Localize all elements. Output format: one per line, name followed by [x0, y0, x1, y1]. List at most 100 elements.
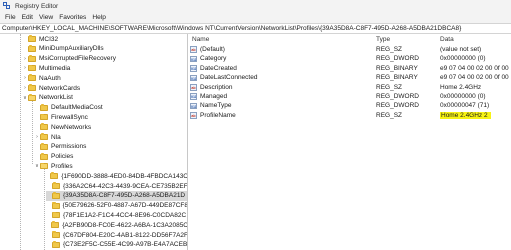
- menu-edit[interactable]: Edit: [19, 14, 36, 21]
- tree-guide-line: [32, 100, 33, 164]
- tree-item[interactable]: {336A2C64-42C3-4439-9CEA-CE735B2EF: [46, 181, 188, 191]
- value-row[interactable]: 011 DateCreated REG_BINARY e9 07 04 00 02 0…: [189, 64, 511, 73]
- value-row[interactable]: ab (Default) REG_SZ (value not set): [189, 45, 511, 54]
- value-name: DateCreated: [200, 64, 237, 72]
- folder-icon: [40, 113, 48, 121]
- value-data: Home 2.4GHz 2: [440, 111, 491, 119]
- folder-icon: [51, 201, 60, 209]
- value-name: Managed: [200, 93, 228, 100]
- menu-bar: File Edit View Favorites Help: [0, 12, 511, 23]
- folder-icon: [28, 84, 36, 91]
- value-type: REG_SZ: [376, 111, 403, 119]
- value-data: Home 2.4GHz: [440, 83, 482, 91]
- values-pane[interactable]: Name Type Data ab (Default) REG_SZ (value n…: [189, 34, 511, 250]
- folder-icon: [28, 35, 36, 42]
- value-data: 0x00000000 (0): [440, 55, 486, 63]
- tree-item[interactable]: {78F1E1A2-F1C4-4CC4-8E96-C0CDA82C: [46, 210, 187, 220]
- string-value-icon: ab: [190, 112, 197, 119]
- tree-item[interactable]: › Nla: [34, 132, 187, 142]
- folder-icon: [28, 64, 36, 72]
- tree-item[interactable]: {50E79626-52F0-4887-A67D-449DE87CF8: [46, 201, 188, 211]
- value-row[interactable]: 011 NameType REG_DWORD 0x00000047 (71): [189, 101, 511, 110]
- address-path[interactable]: Computer\HKEY_LOCAL_MACHINE\SOFTWARE\Mic…: [2, 25, 461, 32]
- tree-item[interactable]: {C67DF804-E20C-4AB1-8122-DD56F7A2F: [46, 230, 188, 240]
- folder-icon: [40, 142, 48, 150]
- folder-icon: [52, 240, 60, 248]
- tree-item-label: {39A35D8A-C8F7-495D-A268-A5DBA21D: [63, 192, 186, 200]
- value-name: ProfileName: [200, 111, 236, 119]
- tree-item[interactable]: Permissions: [34, 142, 187, 152]
- value-row[interactable]: 011 DateLastConnected REG_BINARY e9 07 04 0…: [189, 73, 511, 82]
- tree-item-label: Multimedia: [39, 64, 71, 72]
- tree-item-label: NaAuth: [39, 74, 61, 82]
- tree-item[interactable]: NewNetworks: [34, 122, 187, 132]
- menu-favorites[interactable]: Favorites: [56, 14, 89, 21]
- folder-icon: [28, 74, 36, 82]
- value-type: REG_SZ: [376, 46, 403, 53]
- tree-item-label: FirewallSync: [51, 113, 88, 121]
- tree-item-label: {A2FB90D8-FC0E-4622-A6BA-1C3A2085C: [62, 221, 188, 229]
- column-header-name[interactable]: Name: [192, 36, 209, 43]
- binary-value-icon: 011: [190, 102, 197, 110]
- value-name: (Default): [200, 46, 225, 53]
- tree-item-label: Profiles: [51, 162, 73, 170]
- value-data: 0x00000000 (0): [440, 93, 486, 100]
- folder-icon: [52, 211, 60, 219]
- tree-item-label: Policies: [51, 153, 74, 161]
- tree-item-label: {50E79626-52F0-4887-A67D-449DE87CF8: [62, 202, 188, 210]
- tree-item[interactable]: {A2FB90D8-FC0E-4622-A6BA-1C3A2085C: [46, 220, 188, 230]
- tree-item-label: {78F1E1A2-F1C4-4CC4-8E96-C0CDA82C: [63, 211, 187, 219]
- value-data: e9 07 04 00 02 00 0f 00 17: [440, 74, 511, 82]
- tree-item[interactable]: › Multimedia: [22, 63, 187, 73]
- tree-item[interactable]: › NetworkCards: [22, 83, 187, 93]
- folder-icon: [51, 231, 60, 238]
- tree-item[interactable]: MCI32: [22, 34, 187, 44]
- tree-item-label: MsiCorruptedFileRecovery: [39, 55, 116, 63]
- value-type: REG_DWORD: [376, 55, 419, 63]
- tree-item[interactable]: {1F690DD-3888-4ED0-84DB-4FBDCA143C: [46, 171, 188, 181]
- folder-icon: [28, 93, 36, 101]
- value-row[interactable]: ab Description REG_SZ Home 2.4GHz: [189, 83, 511, 92]
- tree-item[interactable]: › NaAuth: [22, 73, 187, 83]
- value-name: NameType: [200, 102, 232, 110]
- value-name: Category: [200, 55, 227, 63]
- tree-item-label: {336A2C64-42C3-4439-9CEA-CE735B2EF: [63, 182, 188, 190]
- folder-icon: [52, 191, 60, 199]
- tree-item[interactable]: DefaultMediaCost: [34, 103, 187, 113]
- tree-item-label: MiniDumpAuxiliaryDlls: [39, 45, 104, 53]
- key-tree[interactable]: MCI32 MiniDumpAuxiliaryDlls › MsiCorruptedF…: [0, 34, 188, 250]
- column-header-type[interactable]: Type: [376, 36, 390, 43]
- tree-item[interactable]: Policies: [34, 152, 187, 162]
- tree-item[interactable]: {39A35D8A-C8F7-495D-A268-A5DBA21D: [46, 190, 187, 201]
- tree-item-label: DefaultMediaCost: [51, 104, 103, 112]
- registry-editor-icon: [3, 2, 11, 10]
- tree-item[interactable]: ∨ Profiles: [34, 161, 187, 171]
- value-data: e9 07 04 00 02 00 0f 00 17: [440, 64, 511, 72]
- tree-guide-line: [20, 34, 21, 250]
- tree-item[interactable]: › MsiCorruptedFileRecovery: [22, 54, 187, 64]
- column-header-data[interactable]: Data: [440, 36, 454, 43]
- value-row[interactable]: 011 Category REG_DWORD 0x00000000 (0): [189, 54, 511, 63]
- tree-item-label: {1F690DD-3888-4ED0-84DB-4FBDCA143C: [61, 172, 188, 180]
- folder-icon: [40, 152, 48, 160]
- tree-item[interactable]: ∨ NetworkList: [22, 93, 187, 103]
- value-name: DateLastConnected: [200, 74, 258, 82]
- folder-icon: [28, 54, 36, 62]
- tree-item-label: MCI32: [39, 35, 59, 43]
- menu-file[interactable]: File: [2, 14, 19, 21]
- value-row[interactable]: 011 Managed REG_DWORD 0x00000000 (0): [189, 92, 511, 101]
- value-row[interactable]: ab ProfileName REG_SZ Home 2.4GHz 2: [189, 111, 511, 120]
- tree-item-label: {C67DF804-E20C-4AB1-8122-DD56F7A2F: [62, 231, 188, 239]
- tree-item[interactable]: {C73E2F5C-C55E-4C99-A97B-E4A7ACEB: [46, 240, 187, 250]
- value-type: REG_SZ: [376, 83, 403, 91]
- folder-icon: [40, 103, 48, 111]
- value-name: Description: [200, 83, 233, 91]
- tree-item[interactable]: FirewallSync: [34, 112, 187, 122]
- menu-view[interactable]: View: [36, 14, 56, 21]
- menu-help[interactable]: Help: [89, 14, 109, 21]
- binary-value-icon: 011: [190, 65, 197, 72]
- tree-item[interactable]: MiniDumpAuxiliaryDlls: [22, 44, 187, 54]
- values-header: Name Type Data: [189, 34, 511, 44]
- address-bar[interactable]: Computer\HKEY_LOCAL_MACHINE\SOFTWARE\Mic…: [0, 23, 511, 34]
- tree-item-label: NewNetworks: [51, 123, 92, 131]
